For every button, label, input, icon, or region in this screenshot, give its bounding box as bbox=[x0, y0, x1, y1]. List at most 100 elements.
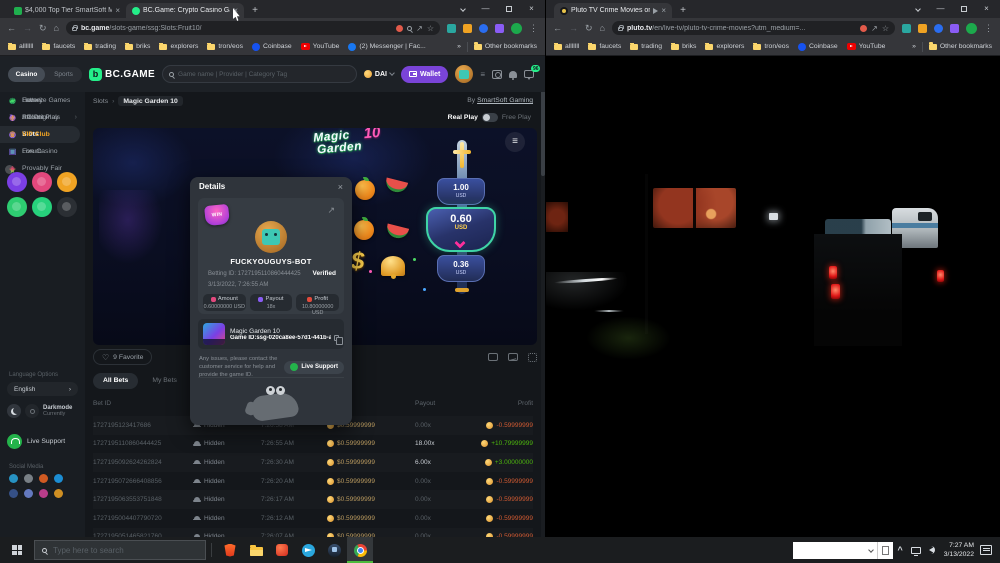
copy-icon[interactable] bbox=[334, 335, 339, 341]
other-bookmarks-button[interactable]: Other bookmarks bbox=[929, 43, 992, 50]
social-icon[interactable] bbox=[54, 489, 63, 498]
other-bookmarks-button[interactable]: Other bookmarks bbox=[474, 43, 537, 50]
bet-row[interactable]: 1727195072666408856 Hidden 7:26:20 AM $0… bbox=[93, 472, 533, 491]
live-support-button[interactable]: Live Support bbox=[7, 434, 65, 449]
bookmark-item[interactable]: faucets bbox=[588, 43, 621, 51]
bet-id[interactable]: 1727195072666408856 bbox=[93, 478, 193, 485]
favorite-button[interactable]: ♡ 9 Favorite bbox=[93, 349, 152, 365]
bookmark-item[interactable]: explorers bbox=[159, 43, 198, 51]
taskbar-address-go-button[interactable] bbox=[877, 542, 893, 559]
game-search[interactable] bbox=[162, 65, 357, 83]
extension-icon[interactable] bbox=[934, 24, 943, 33]
game-menu-icon[interactable]: ≡ bbox=[505, 132, 525, 152]
browser-tab-bcgame[interactable]: BC.Game: Crypto Casino Gam × bbox=[126, 3, 244, 18]
taskbar-app-telegram[interactable] bbox=[295, 537, 321, 563]
bookmark-item[interactable]: faucets bbox=[42, 43, 75, 51]
breadcrumb-section[interactable]: Slots bbox=[93, 98, 108, 105]
extension-icon[interactable] bbox=[463, 24, 472, 33]
taskbar-app-brave[interactable] bbox=[217, 537, 243, 563]
taskbar-clock[interactable]: 7:27 AM 3/13/2022 bbox=[944, 541, 974, 559]
language-selector[interactable]: English › bbox=[7, 382, 78, 396]
extension-icon[interactable] bbox=[902, 24, 911, 33]
promo-icon[interactable] bbox=[7, 197, 27, 217]
live-support-button[interactable]: Live Support bbox=[284, 361, 344, 374]
social-icon[interactable] bbox=[24, 489, 33, 498]
lightmode-toggle[interactable] bbox=[25, 404, 39, 418]
taskbar-search-input[interactable] bbox=[53, 546, 198, 555]
sidebar-item[interactable]: ◎ Favorite Games bbox=[0, 92, 85, 109]
bet-row[interactable]: 1727195110860444425 Hidden 7:26:55 AM $0… bbox=[93, 435, 533, 454]
bookmark-item[interactable]: tron/eos bbox=[207, 43, 243, 51]
bet-row[interactable]: 1727195051465821760 Hidden 7:26:07 AM $0… bbox=[93, 528, 533, 537]
taskbar-app-red[interactable] bbox=[269, 537, 295, 563]
tab-my-bets[interactable]: My Bets bbox=[142, 373, 187, 389]
live-stats-icon[interactable] bbox=[508, 353, 518, 361]
notifications-icon[interactable] bbox=[509, 71, 517, 78]
bookmark-star-icon[interactable]: ☆ bbox=[882, 24, 889, 33]
forward-icon[interactable]: → bbox=[569, 23, 578, 33]
bookmark-star-icon[interactable]: ☆ bbox=[427, 24, 434, 33]
browser-tab-smartsoft[interactable]: $4,000 Top Tier SmartSoft Multip × bbox=[8, 3, 126, 18]
darkmode-toggle[interactable] bbox=[7, 404, 21, 418]
bet-amount-selector[interactable]: 0.60 USD bbox=[426, 207, 496, 252]
browser-tab-pluto[interactable]: Pluto TV Crime Movies on Pl × bbox=[554, 3, 672, 18]
game-info-card[interactable]: Magic Garden 10 Game ID:ssg-020ca8ee-57d… bbox=[198, 319, 344, 349]
provider-link[interactable]: By SmartSoft Gaming bbox=[467, 97, 533, 104]
close-button[interactable]: × bbox=[520, 0, 543, 18]
chevron-down-icon[interactable] bbox=[454, 237, 465, 248]
fullscreen-icon[interactable] bbox=[528, 353, 537, 362]
bookmarks-overflow-icon[interactable]: » bbox=[912, 43, 916, 50]
currency-selector[interactable]: DAI bbox=[364, 70, 394, 78]
reload-icon[interactable]: ↻ bbox=[39, 23, 47, 34]
social-icon[interactable] bbox=[39, 474, 48, 483]
tab-close-icon[interactable]: × bbox=[661, 6, 666, 15]
social-icon[interactable] bbox=[54, 474, 63, 483]
sidebar-item[interactable]: ♛ VIP Club bbox=[0, 126, 85, 143]
taskbar-search[interactable] bbox=[34, 540, 206, 560]
bookmark-item[interactable]: briks bbox=[671, 43, 696, 51]
extension-icon[interactable] bbox=[447, 24, 456, 33]
taskbar-app-explorer[interactable] bbox=[243, 537, 269, 563]
sidebar-item[interactable]: ◈ Provably Fair bbox=[0, 160, 85, 177]
maximize-button[interactable] bbox=[952, 0, 975, 18]
taskbar-address-input[interactable] bbox=[793, 542, 877, 559]
vault-icon[interactable] bbox=[492, 70, 502, 79]
extension-icon[interactable] bbox=[918, 24, 927, 33]
bookmark-item[interactable]: (2) Messenger | Fac... bbox=[348, 43, 425, 51]
user-avatar[interactable] bbox=[455, 65, 473, 83]
bookmark-item[interactable]: Coinbase bbox=[252, 43, 292, 51]
tab-audio-icon[interactable] bbox=[653, 8, 658, 14]
profile-avatar[interactable] bbox=[966, 23, 977, 34]
minimize-button[interactable]: — bbox=[474, 0, 497, 18]
taskbar-app-chrome[interactable] bbox=[347, 537, 373, 563]
tab-all-bets[interactable]: All Bets bbox=[93, 373, 138, 389]
play-mode-toggle[interactable] bbox=[482, 113, 498, 122]
taskbar-app-steam[interactable] bbox=[321, 537, 347, 563]
extension-icon[interactable] bbox=[950, 24, 959, 33]
bcgame-logo[interactable]: b BC.GAME bbox=[89, 68, 155, 81]
tab-sports[interactable]: Sports bbox=[45, 67, 82, 82]
bet-row[interactable]: 1727195063553751848 Hidden 7:26:17 AM $0… bbox=[93, 490, 533, 509]
close-button[interactable]: × bbox=[975, 0, 998, 18]
bookmark-item[interactable]: Coinbase bbox=[798, 43, 838, 51]
maximize-button[interactable] bbox=[497, 0, 520, 18]
share-icon[interactable]: ↗ bbox=[871, 24, 878, 33]
bookmark-item[interactable]: YouTube bbox=[301, 43, 340, 51]
bookmark-item[interactable]: alllllll bbox=[554, 43, 579, 51]
close-icon[interactable]: × bbox=[338, 182, 343, 192]
minimize-button[interactable]: — bbox=[929, 0, 952, 18]
bookmark-item[interactable]: trading bbox=[84, 43, 116, 51]
bookmark-item[interactable]: trading bbox=[630, 43, 662, 51]
social-icon[interactable] bbox=[9, 474, 18, 483]
start-button[interactable] bbox=[0, 537, 34, 563]
address-bar[interactable]: pluto.tv/en/live-tv/pluto-tv-crime-movie… bbox=[612, 21, 895, 35]
chat-icon[interactable]: 96 bbox=[524, 70, 534, 78]
theater-mode-icon[interactable] bbox=[488, 353, 498, 361]
bookmark-item[interactable]: explorers bbox=[705, 43, 744, 51]
back-icon[interactable]: ← bbox=[553, 23, 562, 33]
share-icon[interactable]: ↗ bbox=[416, 24, 423, 33]
network-icon[interactable] bbox=[911, 547, 921, 554]
browser-menu-icon[interactable]: ⋮ bbox=[984, 23, 993, 34]
tray-expand-icon[interactable]: ^ bbox=[897, 545, 902, 555]
bookmark-item[interactable]: tron/eos bbox=[753, 43, 789, 51]
